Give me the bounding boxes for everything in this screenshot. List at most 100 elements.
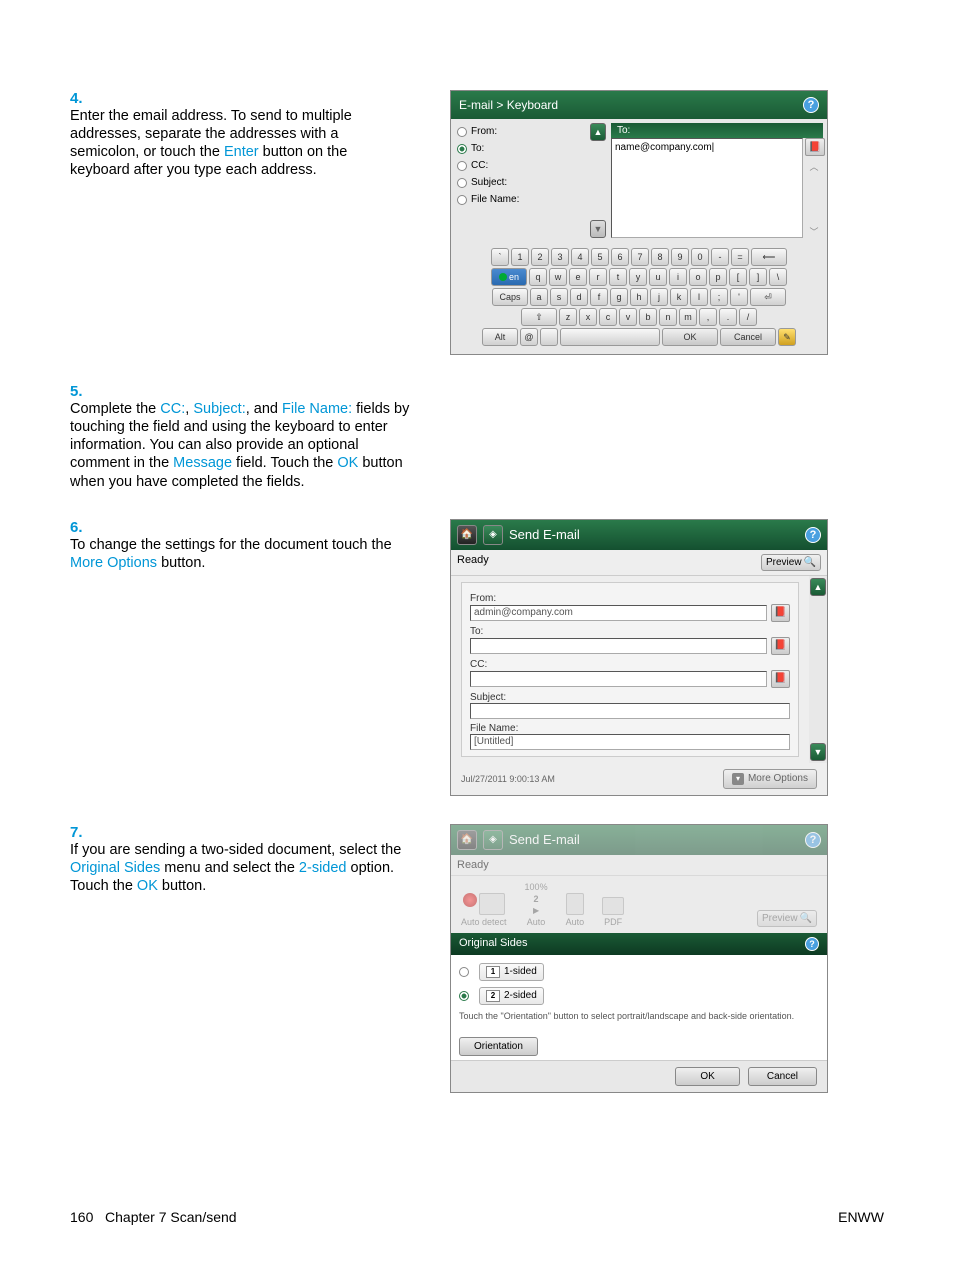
alt-key[interactable]: Alt — [482, 328, 518, 346]
ok-button[interactable]: OK — [662, 328, 718, 346]
key[interactable]: ` — [491, 248, 509, 266]
orientation-button[interactable]: Orientation — [459, 1037, 538, 1056]
help-icon[interactable]: ? — [805, 527, 821, 543]
filename-label: File Name: — [470, 723, 790, 734]
space-key[interactable] — [560, 328, 660, 346]
scroll-down-icon[interactable]: ▼ — [810, 743, 826, 761]
lang-key[interactable]: en — [491, 268, 527, 286]
footer-right: ENWW — [838, 1209, 884, 1225]
auto-item: Auto — [566, 893, 585, 927]
start-icon[interactable]: ◈ — [483, 525, 503, 545]
help-icon[interactable]: ? — [803, 97, 819, 113]
ok-button[interactable]: OK — [675, 1067, 739, 1086]
at-key[interactable]: @ — [520, 328, 538, 346]
step-number: 5. — [70, 383, 98, 400]
subject-input[interactable] — [470, 703, 790, 719]
home-icon: 🏠 — [457, 830, 477, 850]
key-row-5: Alt @ OK Cancel ✎ — [455, 328, 823, 346]
shift-key[interactable]: ⇧ — [521, 308, 557, 326]
key-row-1: `1234567890-=⟵ — [455, 248, 823, 266]
radio-2-sided[interactable] — [459, 991, 469, 1001]
step-5-row: 5. Complete the CC:, Subject:, and File … — [70, 383, 884, 491]
step-number: 4. — [70, 90, 98, 107]
screen-header: 🏠 ◈ Send E-mail ? — [451, 520, 827, 550]
send-email-screenshot: 🏠 ◈ Send E-mail ? Ready Preview From: ad… — [450, 519, 828, 796]
text-scroll-up[interactable]: ︿ — [805, 160, 823, 173]
to-label: To: — [470, 626, 790, 637]
step-6-row: 6. To change the settings for the docume… — [70, 519, 884, 796]
option-1-sided[interactable]: 11-sided — [459, 963, 819, 981]
address-book-icon[interactable]: 📕 — [771, 604, 790, 622]
from-input[interactable]: admin@company.com — [470, 605, 767, 621]
screen-title: Send E-mail — [509, 832, 580, 847]
preview-item: Preview — [757, 910, 817, 927]
help-icon: ? — [805, 832, 821, 848]
chevron-down-icon: ▾ — [732, 773, 744, 785]
backspace-key[interactable]: ⟵ — [751, 248, 787, 266]
cancel-button[interactable]: Cancel — [748, 1067, 817, 1086]
scroll-up-icon[interactable]: ▲ — [810, 578, 826, 596]
cc-input[interactable] — [470, 671, 767, 687]
step-text: If you are sending a two-sided document,… — [70, 841, 410, 895]
magnifier-icon — [800, 913, 812, 924]
caps-key[interactable]: Caps — [492, 288, 528, 306]
radio-cc[interactable] — [457, 161, 467, 171]
original-sides-body: 11-sided 22-sided Touch the "Orientation… — [451, 955, 827, 1060]
to-header: To: — [611, 123, 823, 138]
scroll-up-icon[interactable]: ▲ — [590, 123, 606, 141]
settings-toolbar: Auto detect 100% 2 ▶ Auto Auto PDF — [451, 876, 827, 933]
step-7-row: 7. If you are sending a two-sided docume… — [70, 824, 884, 1093]
address-book-icon[interactable]: 📕 — [771, 670, 790, 688]
address-book-icon[interactable]: 📕 — [805, 138, 825, 156]
screen-header: 🏠 ◈ Send E-mail ? — [451, 825, 827, 855]
radio-to[interactable] — [457, 144, 467, 154]
preview-button[interactable]: Preview — [761, 554, 821, 571]
pdf-item: PDF — [602, 897, 624, 927]
step-text: Enter the email address. To send to mult… — [70, 107, 410, 180]
home-icon[interactable]: 🏠 — [457, 525, 477, 545]
key-row-2: en qwertyuiop[]\ — [455, 268, 823, 286]
footer-left: 160 Chapter 7 Scan/send — [70, 1209, 237, 1225]
timestamp: Jul/27/2011 9:00:13 AM — [461, 774, 555, 784]
enter-link: Enter — [224, 144, 259, 160]
field-selector: From: To: CC: Subject: File Name: — [455, 123, 585, 238]
breadcrumb: E-mail > Keyboard — [459, 98, 558, 112]
to-input[interactable] — [470, 638, 767, 654]
pdf-icon — [602, 897, 624, 915]
scroll-down-icon[interactable]: ▼ — [590, 220, 606, 238]
zoom-item: 100% 2 ▶ Auto — [525, 882, 548, 927]
more-options-button[interactable]: ▾More Options — [723, 769, 817, 789]
address-book-icon[interactable]: 📕 — [771, 637, 790, 655]
status-text: Ready — [457, 554, 489, 571]
radio-subject[interactable] — [457, 178, 467, 188]
screen-title: Send E-mail — [509, 527, 580, 542]
key-row-4: ⇧ zxcvbnm,./ — [455, 308, 823, 326]
text-scroll-down[interactable]: ﹀ — [805, 225, 823, 238]
step-text: Complete the CC:, Subject:, and File Nam… — [70, 400, 410, 491]
help-icon[interactable]: ? — [805, 937, 819, 951]
radio-filename[interactable] — [457, 195, 467, 205]
enter-key[interactable]: ⏎ — [750, 288, 786, 306]
option-2-sided[interactable]: 22-sided — [459, 987, 819, 1005]
to-textarea[interactable]: name@company.com| — [611, 138, 803, 238]
filename-input[interactable]: [Untitled] — [470, 734, 790, 750]
orientation-hint: Touch the "Orientation" button to select… — [459, 1011, 819, 1021]
step-number: 6. — [70, 519, 98, 536]
step-number: 7. — [70, 824, 98, 841]
original-sides-screenshot: 🏠 ◈ Send E-mail ? Ready Auto detect 100% — [450, 824, 828, 1093]
email-form-panel: From: admin@company.com📕 To: 📕 CC: 📕 Sub… — [461, 582, 799, 757]
radio-1-sided[interactable] — [459, 967, 469, 977]
cancel-button[interactable]: Cancel — [720, 328, 776, 346]
page-footer: 160 Chapter 7 Scan/send ENWW — [70, 1209, 884, 1225]
dialog-footer: OK Cancel — [451, 1060, 827, 1092]
status-text: Ready — [457, 859, 489, 871]
original-sides-header: Original Sides ? — [451, 933, 827, 955]
page-icon — [566, 893, 584, 915]
radio-from[interactable] — [457, 127, 467, 137]
start-icon: ◈ — [483, 830, 503, 850]
subject-label: Subject: — [470, 692, 790, 703]
cc-label: CC: — [470, 659, 790, 670]
page-icon — [479, 893, 505, 915]
pencil-icon[interactable]: ✎ — [778, 328, 796, 346]
autodetect-item: Auto detect — [461, 893, 507, 927]
